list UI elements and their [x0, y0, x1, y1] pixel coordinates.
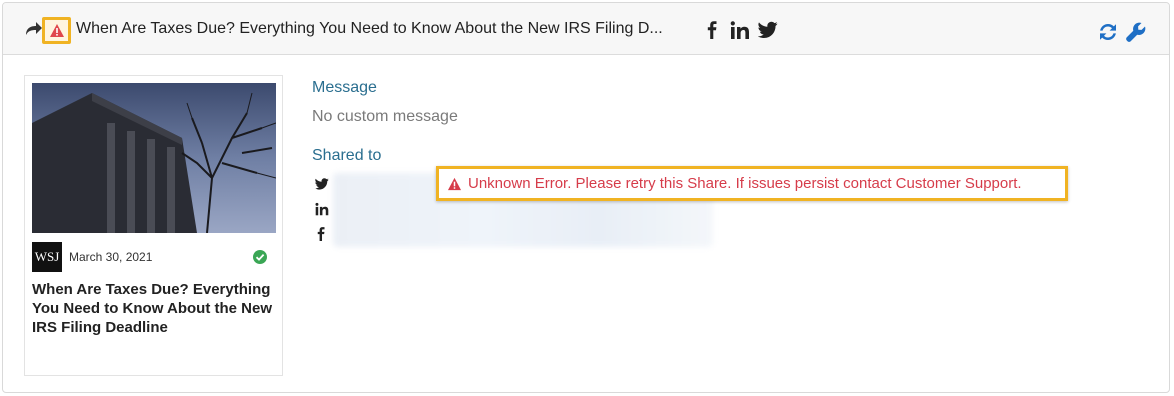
twitter-icon [315, 178, 329, 190]
share-card: When Are Taxes Due? Everything You Need … [2, 2, 1170, 393]
warning-icon [447, 177, 462, 190]
share-arrow-icon [26, 22, 42, 35]
article-date: March 30, 2021 [69, 250, 153, 264]
linkedin-icon [315, 202, 329, 216]
source-logo: WSJ [32, 242, 62, 272]
wrench-icon[interactable] [1125, 21, 1147, 43]
share-header: When Are Taxes Due? Everything You Need … [3, 3, 1169, 55]
article-thumbnail [32, 83, 276, 233]
warning-highlight[interactable] [42, 17, 71, 44]
facebook-icon[interactable] [706, 21, 718, 39]
facebook-icon [317, 227, 325, 241]
warning-icon [49, 24, 64, 37]
twitter-icon[interactable] [758, 21, 778, 39]
error-message-highlight: Unknown Error. Please retry this Share. … [436, 166, 1068, 201]
article-card[interactable]: WSJ March 30, 2021 When Are Taxes Due? E… [24, 75, 283, 376]
building-photo [32, 83, 276, 233]
error-text: Unknown Error. Please retry this Share. … [468, 175, 1022, 192]
check-circle-icon [253, 250, 267, 264]
linkedin-icon[interactable] [730, 21, 750, 39]
message-label: Message [312, 79, 377, 96]
header-title: When Are Taxes Due? Everything You Need … [76, 20, 663, 37]
message-value: No custom message [312, 108, 458, 125]
refresh-icon[interactable] [1097, 21, 1119, 43]
shared-to-label: Shared to [312, 147, 382, 164]
article-title: When Are Taxes Due? Everything You Need … [32, 281, 272, 336]
